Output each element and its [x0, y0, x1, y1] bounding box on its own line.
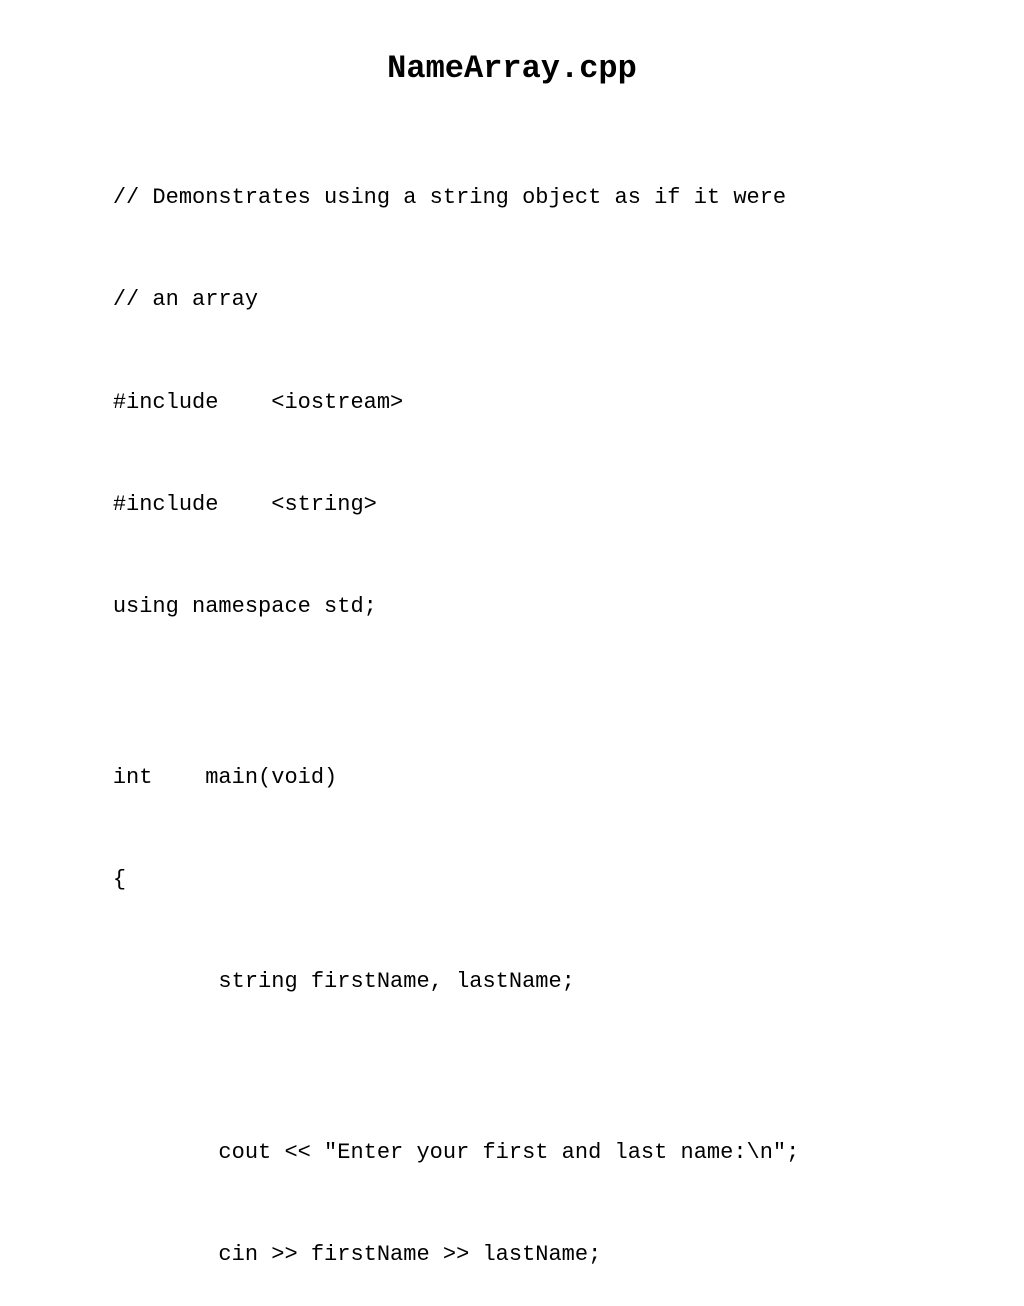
code-line-9: string firstName, lastName;: [113, 969, 575, 994]
page: NameArray.cpp // Demonstrates using a st…: [0, 0, 1024, 768]
code-line-11: cout << "Enter your first and last name:…: [113, 1140, 800, 1165]
code-line-4: #include <string>: [113, 492, 377, 517]
code-line-12: cin >> firstName >> lastName;: [113, 1242, 601, 1267]
code-block: // Demonstrates using a string object as…: [60, 147, 964, 1306]
code-line-7: int main(void): [113, 765, 337, 790]
code-line-3: #include <iostream>: [113, 390, 403, 415]
code-line-2: // an array: [113, 287, 258, 312]
code-line-8: {: [113, 867, 126, 892]
page-title: NameArray.cpp: [60, 50, 964, 87]
code-line-5: using namespace std;: [113, 594, 377, 619]
code-line-1: // Demonstrates using a string object as…: [113, 185, 786, 210]
